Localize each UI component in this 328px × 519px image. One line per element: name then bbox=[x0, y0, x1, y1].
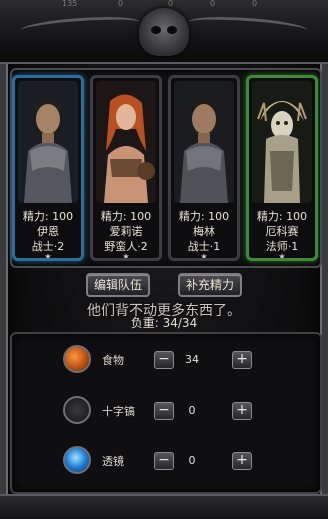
skull-emblem-icon bbox=[139, 8, 189, 56]
hero-energy: 精力: 100 bbox=[256, 210, 308, 223]
hero-energy: 精力: 100 bbox=[100, 210, 152, 223]
top-number: 0 bbox=[168, 0, 174, 8]
horn-ornament bbox=[187, 13, 309, 40]
rank-star-icon: ★ bbox=[44, 252, 52, 261]
bottom-ornament bbox=[0, 494, 328, 519]
hero-card-3[interactable]: 精力: 100 梅林 战士·1 ★ bbox=[168, 75, 240, 261]
rank-star-icon: ★ bbox=[200, 252, 208, 261]
barbarian-portrait-icon bbox=[96, 81, 156, 203]
hero-card-1[interactable]: 精力: 100 伊恩 战士·2 ★ bbox=[12, 75, 84, 261]
item-quantity: 0 bbox=[188, 454, 196, 467]
item-name: 食物 bbox=[102, 354, 124, 367]
item-quantity: 34 bbox=[185, 353, 199, 366]
hero-portrait bbox=[252, 81, 312, 203]
refill-energy-button[interactable]: 补充精力 bbox=[178, 273, 242, 297]
warrior-portrait-icon bbox=[174, 81, 234, 203]
increase-pickaxe-button[interactable]: + bbox=[232, 402, 252, 420]
decrease-food-button[interactable]: − bbox=[154, 351, 174, 369]
hero-name: 爱莉诺 bbox=[109, 225, 143, 238]
pickaxe-icon bbox=[63, 396, 91, 424]
warrior-portrait-icon bbox=[18, 81, 78, 203]
top-ornament: 135 0 0 0 0 bbox=[0, 0, 328, 64]
hero-portrait bbox=[174, 81, 234, 203]
rank-star-icon: ★ bbox=[278, 252, 286, 261]
item-name: 透镜 bbox=[102, 455, 124, 468]
hero-name: 伊恩 bbox=[37, 225, 59, 238]
item-quantity: 0 bbox=[188, 404, 196, 417]
food-icon bbox=[63, 345, 91, 373]
hero-portrait bbox=[18, 81, 78, 203]
decrease-pickaxe-button[interactable]: − bbox=[154, 402, 174, 420]
item-name: 十字镐 bbox=[102, 405, 135, 418]
top-number: 135 bbox=[62, 0, 78, 8]
top-number: 0 bbox=[252, 0, 258, 8]
hero-energy: 精力: 100 bbox=[178, 210, 230, 223]
shaman-portrait-icon bbox=[252, 81, 312, 203]
hero-card-2[interactable]: 精力: 100 爱莉诺 野蛮人·2 ★ bbox=[90, 75, 162, 261]
hero-portrait bbox=[96, 81, 156, 203]
rank-star-icon: ★ bbox=[122, 252, 130, 261]
top-number: 0 bbox=[118, 0, 124, 8]
hero-name: 梅林 bbox=[193, 225, 215, 238]
increase-lens-button[interactable]: + bbox=[232, 452, 252, 470]
hero-card-4[interactable]: 精力: 100 厄科赛 法师·1 ★ bbox=[246, 75, 318, 261]
decrease-lens-button[interactable]: − bbox=[154, 452, 174, 470]
edit-team-button[interactable]: 编辑队伍 bbox=[86, 273, 150, 297]
increase-food-button[interactable]: + bbox=[232, 351, 252, 369]
lens-icon bbox=[63, 446, 91, 474]
top-number: 0 bbox=[210, 0, 216, 8]
carry-weight: 负重: 34/34 bbox=[130, 316, 198, 330]
hero-name: 厄科赛 bbox=[265, 225, 299, 238]
hero-energy: 精力: 100 bbox=[22, 210, 74, 223]
horn-ornament bbox=[19, 13, 141, 40]
